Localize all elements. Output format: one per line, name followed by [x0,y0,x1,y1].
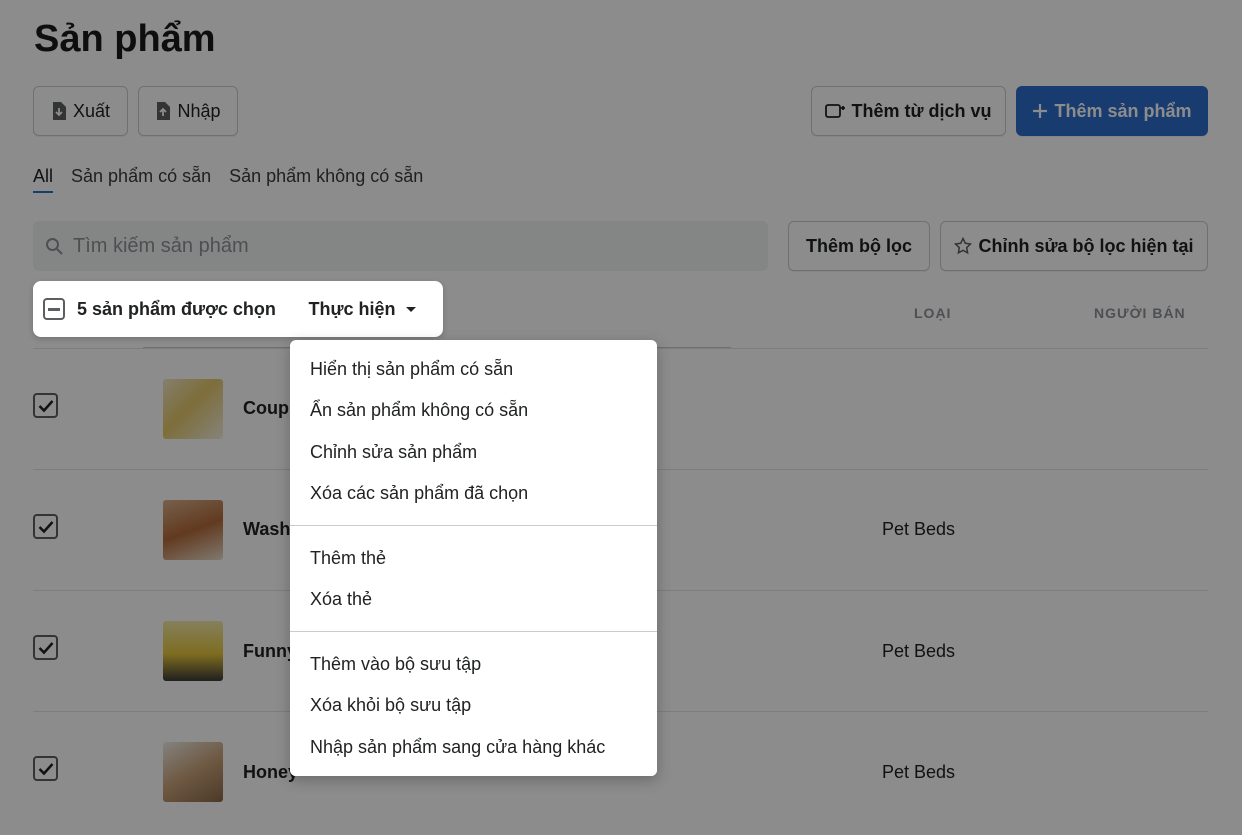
menu-item-edit-products[interactable]: Chỉnh sửa sản phẩm [310,442,477,463]
menu-item-import-to-other-store[interactable]: Nhập sản phẩm sang cửa hàng khác [310,737,605,758]
bulk-actions-button[interactable]: Thực hiện [291,284,433,334]
menu-divider [290,525,657,526]
bulk-actions-menu: Hiển thị sản phẩm có sẵn Ẩn sản phẩm khô… [290,340,657,776]
menu-divider [290,631,657,632]
deselect-all-checkbox[interactable] [43,298,65,320]
menu-item-delete-selected[interactable]: Xóa các sản phẩm đã chọn [310,483,528,504]
menu-item-add-tags[interactable]: Thêm thẻ [310,548,386,569]
bulk-actions-label: Thực hiện [308,298,396,319]
menu-item-add-to-collection[interactable]: Thêm vào bộ sưu tập [310,654,481,675]
menu-item-show-available[interactable]: Hiển thị sản phẩm có sẵn [310,359,513,380]
chevron-down-icon [405,306,416,312]
menu-item-remove-from-collection[interactable]: Xóa khỏi bộ sưu tập [310,695,471,716]
selected-count: 5 sản phẩm được chọn [77,298,276,319]
bulk-actions-bar: 5 sản phẩm được chọn Thực hiện [33,281,443,337]
menu-item-hide-unavailable[interactable]: Ẩn sản phẩm không có sẵn [310,400,528,421]
minus-icon [48,307,60,311]
menu-item-remove-tags[interactable]: Xóa thẻ [310,589,372,610]
